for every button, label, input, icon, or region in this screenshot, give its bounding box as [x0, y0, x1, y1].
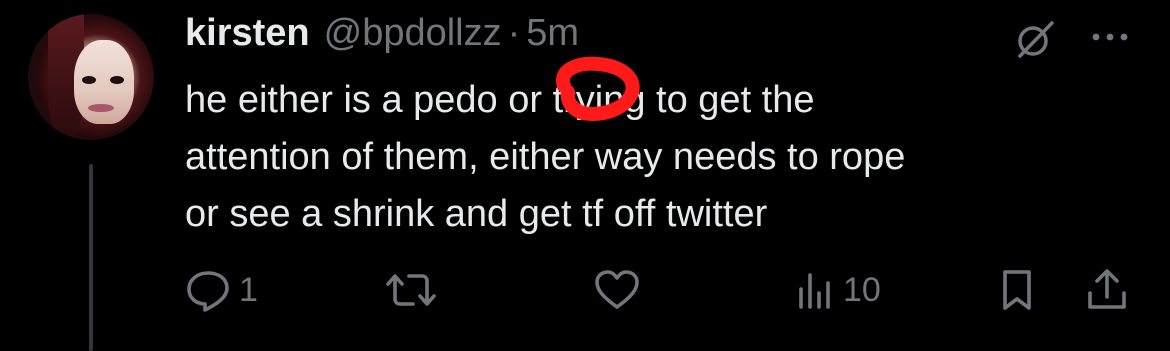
- tweet-header: kirsten @bpdollzz · 5m: [185, 12, 579, 62]
- retweet-icon: [386, 274, 436, 306]
- tweet-text-line: he either is a pedo or trying to get the: [185, 79, 815, 121]
- avatar-face: [74, 40, 134, 124]
- author-name[interactable]: kirsten: [185, 12, 310, 55]
- tweet-text-line: or see a shrink and get tf off twitter: [185, 193, 768, 235]
- bookmark-icon: [1003, 270, 1031, 310]
- thread-line: [89, 164, 93, 351]
- author-handle[interactable]: @bpdollzz: [324, 12, 502, 55]
- retweet-button[interactable]: [385, 262, 445, 318]
- views-icon: [799, 273, 830, 309]
- tweet-text: he either is a pedo or trying to get the…: [185, 72, 1145, 243]
- more-icon[interactable]: [1090, 22, 1130, 52]
- share-icon: [1088, 269, 1126, 309]
- views-button[interactable]: 10: [795, 262, 881, 318]
- heart-icon: [595, 270, 639, 309]
- separator-dot: ·: [507, 12, 521, 54]
- avatar[interactable]: [28, 14, 154, 140]
- tweet-text-line: attention of them, either way needs to r…: [185, 136, 906, 178]
- reply-icon: [187, 271, 229, 312]
- red-circle-annotation: [556, 56, 640, 122]
- timestamp[interactable]: 5m: [526, 12, 579, 55]
- views-count: 10: [843, 270, 881, 309]
- avatar-eye: [82, 76, 96, 84]
- reply-count: 1: [239, 270, 258, 309]
- avatar-eye: [110, 76, 124, 84]
- reply-button[interactable]: 1: [185, 262, 258, 318]
- like-button[interactable]: [593, 262, 649, 318]
- bookmark-button[interactable]: [997, 262, 1037, 318]
- grok-icon[interactable]: [1014, 18, 1056, 60]
- share-button[interactable]: [1085, 262, 1129, 318]
- avatar-lips: [88, 104, 114, 112]
- action-bar: 1 10: [185, 262, 1145, 318]
